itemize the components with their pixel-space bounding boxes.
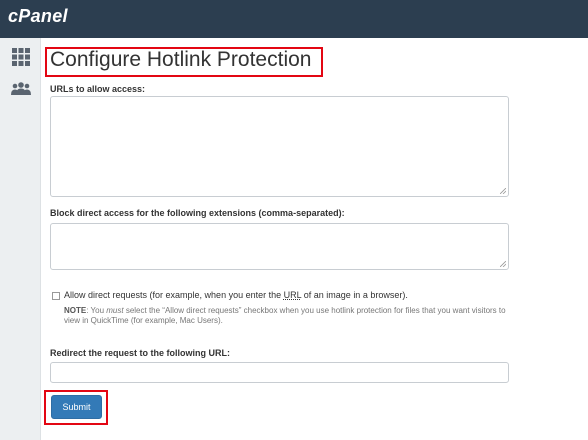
page-title: Configure Hotlink Protection bbox=[50, 48, 312, 71]
top-bar: cPanel bbox=[0, 0, 588, 38]
urls-label: URLs to allow access: bbox=[50, 84, 146, 94]
url-abbreviation: URL bbox=[283, 290, 302, 300]
submit-button[interactable]: Submit bbox=[51, 395, 102, 419]
urls-textarea[interactable] bbox=[50, 96, 509, 197]
allow-direct-checkbox[interactable] bbox=[52, 292, 60, 300]
note-text-1: : You bbox=[86, 306, 107, 315]
cpanel-logo[interactable]: cPanel bbox=[8, 6, 68, 27]
note-must: must bbox=[106, 306, 124, 315]
sidebar bbox=[0, 38, 41, 440]
resize-handle-icon[interactable] bbox=[500, 188, 506, 194]
main-content: Configure Hotlink Protection URLs to all… bbox=[41, 38, 588, 440]
extensions-textarea[interactable] bbox=[50, 223, 509, 270]
users-icon[interactable] bbox=[11, 80, 31, 98]
allow-direct-label-start: Allow direct requests (for example, when… bbox=[64, 290, 284, 300]
extensions-label: Block direct access for the following ex… bbox=[50, 208, 345, 218]
redirect-url-input[interactable] bbox=[50, 362, 509, 383]
apps-grid-icon[interactable] bbox=[12, 48, 30, 66]
allow-direct-label: Allow direct requests (for example, when… bbox=[64, 290, 408, 300]
resize-handle-icon[interactable] bbox=[500, 261, 506, 267]
redirect-label: Redirect the request to the following UR… bbox=[50, 348, 231, 358]
allow-direct-label-end: of an image in a browser). bbox=[301, 290, 408, 300]
note-text-2: select the “Allow direct requests” check… bbox=[64, 306, 506, 325]
note-label: NOTE bbox=[64, 306, 87, 315]
quicktime-note: NOTE: You must select the “Allow direct … bbox=[64, 306, 519, 326]
